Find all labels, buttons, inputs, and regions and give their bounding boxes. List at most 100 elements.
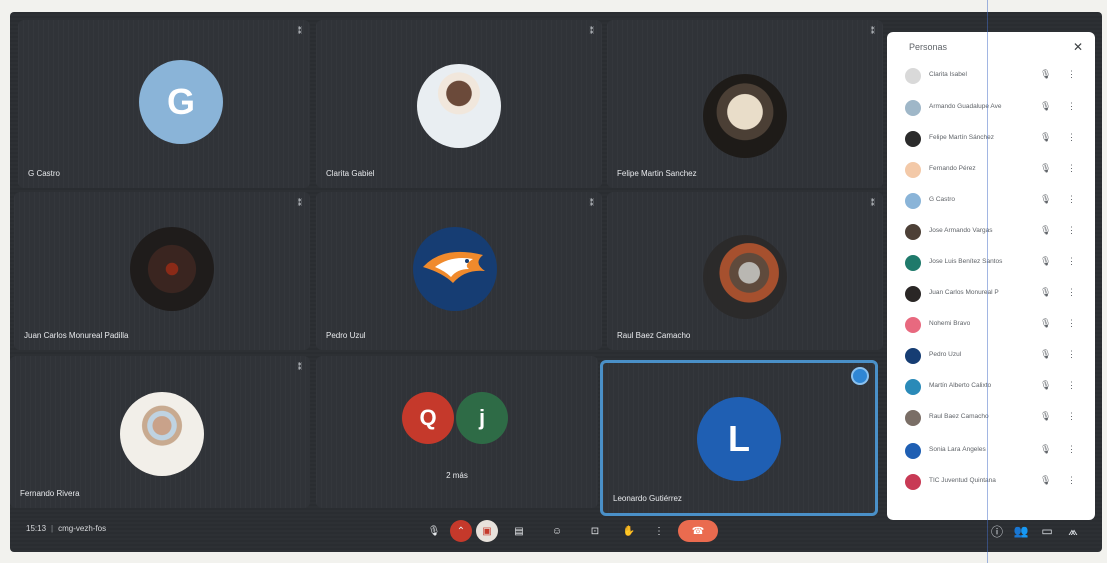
people-list-item[interactable]: G Castro 🎙 ⋮ [905,191,1083,211]
camera-off-icon[interactable]: ▣ [476,520,498,542]
more-vert-icon[interactable]: ⋮ [1067,349,1076,360]
person-name: Martín Alberto Calixto [929,382,992,389]
meeting-info: 15:13 | cmg-vezh-fos [26,524,106,533]
people-list-item[interactable]: Sonia Lara Ángeles 🎙 ⋮ [905,441,1083,461]
mic-off-icon: 🎙 [1040,287,1052,297]
people-list-item[interactable]: Pedro Uzul 🎙 ⋮ [905,346,1083,366]
avatar [905,131,921,147]
person-name: Clarita Isabel [929,71,967,78]
close-icon[interactable]: ✕ [1073,40,1083,54]
person-name: Jose Luis Benítez Santos [929,258,1003,265]
mic-off-icon: ⁑ [870,26,876,36]
people-list-item[interactable]: Armando Guadalupe Ave 🎙 ⋮ [905,98,1083,118]
more-vert-icon[interactable]: ⋮ [1067,444,1076,455]
avatar: L [697,397,781,481]
chat-icon[interactable]: ▭ [1038,522,1056,540]
mic-off-icon: 🎙 [1040,256,1052,266]
participant-tile[interactable]: ⁑ G G Castro [18,20,310,188]
mic-off-icon: ⁑ [297,26,303,36]
mic-off-icon: ⁑ [589,198,595,208]
mic-icon[interactable]: 🎙 [423,520,445,542]
more-vert-icon[interactable]: ⋮ [1067,163,1076,174]
mic-off-icon: 🎙 [1040,475,1052,485]
people-list-item[interactable]: Nohemi Bravo 🎙 ⋮ [905,315,1083,335]
more-vert-icon[interactable]: ⋮ [1067,101,1076,112]
info-icon[interactable]: ⓘ [988,522,1006,540]
person-name: Raul Baez Camacho [929,413,989,420]
avatar [417,64,501,148]
avatar: Q [402,392,454,444]
participant-name: Pedro Uzul [326,331,366,340]
mic-off-icon: 🎙 [1040,69,1052,79]
end-call-button[interactable]: ☎ [678,520,718,542]
mic-off-icon: ⁑ [297,362,303,372]
present-icon[interactable]: ⊡ [584,520,606,542]
people-list-item[interactable]: Clarita Isabel 🎙 ⋮ [905,66,1083,86]
clock: 15:13 [26,524,47,533]
more-vert-icon[interactable]: ⋮ [1067,256,1076,267]
people-list-item[interactable]: Fernando Pérez 🎙 ⋮ [905,160,1083,180]
more-vert-icon[interactable]: ⋮ [1067,380,1076,391]
people-list-item[interactable]: Felipe Martín Sánchez 🎙 ⋮ [905,129,1083,149]
people-list-item[interactable]: Raul Baez Camacho 🎙 ⋮ [905,408,1083,428]
participant-tile[interactable]: ⁑ Pedro Uzul [316,192,602,350]
more-vert-icon[interactable]: ⋮ [1067,194,1076,205]
avatar [905,443,921,459]
participant-name: Fernando Rivera [20,489,80,498]
people-list-item[interactable]: Martín Alberto Calixto 🎙 ⋮ [905,377,1083,397]
mic-off-icon: 🎙 [1040,132,1052,142]
phone-icon: ☎ [691,525,705,537]
mic-off-icon: 🎙 [1040,194,1052,204]
person-name: Juan Carlos Monureal P [929,289,999,296]
more-vert-icon[interactable]: ⋮ [1067,411,1076,422]
avatar [905,317,921,333]
participant-tile[interactable]: ⁑ Felipe Martin Sanchez [607,20,883,188]
person-name: Pedro Uzul [929,351,962,358]
more-vert-icon[interactable]: ⋮ [1067,225,1076,236]
people-list-item[interactable]: Juan Carlos Monureal P 🎙 ⋮ [905,284,1083,304]
avatar [905,348,921,364]
more-vert-icon[interactable]: ⋮ [1067,475,1076,486]
avatar [905,255,921,271]
people-list-item[interactable]: Jose Armando Vargas 🎙 ⋮ [905,222,1083,242]
mic-off-icon: 🎙 [1040,163,1052,173]
avatar [120,392,204,476]
avatar [905,100,921,116]
more-options-icon[interactable]: ⋮ [648,520,670,542]
people-list-item[interactable]: TIC Juventud Quintana 🎙 ⋮ [905,472,1083,492]
mic-off-icon: 🎙 [1040,101,1052,111]
activities-icon[interactable]: ⩕ [1064,522,1082,540]
participant-name: Felipe Martin Sanchez [617,169,697,178]
person-name: Sonia Lara Ángeles [929,446,986,453]
more-vert-icon[interactable]: ⋮ [1067,287,1076,298]
more-vert-icon[interactable]: ⋮ [1067,318,1076,329]
broncos-logo-icon [423,251,485,283]
chevron-up-icon[interactable]: ⌃ [450,520,472,542]
participant-tile-active[interactable]: L Leonardo Gutiérrez [600,360,878,516]
mic-off-icon: 🎙 [1040,349,1052,359]
avatar [905,224,921,240]
mic-off-icon: ⁑ [589,26,595,36]
participant-tile[interactable]: ⁑ Juan Carlos Monureal Padilla [14,192,310,350]
mic-off-icon: ⁑ [870,198,876,208]
emoji-icon[interactable]: ☺ [546,520,568,542]
avatar [905,286,921,302]
participant-tile[interactable]: ⁑ Raul Baez Camacho [607,192,883,350]
raise-hand-icon[interactable]: ✋ [618,520,640,542]
avatar [703,74,787,158]
people-list-item[interactable]: Jose Luis Benítez Santos 🎙 ⋮ [905,253,1083,273]
participant-name: Clarita Gabiel [326,169,375,178]
captions-icon[interactable]: ▤ [508,520,530,542]
more-vert-icon[interactable]: ⋮ [1067,132,1076,143]
avatar [413,227,497,311]
participant-tile[interactable]: ⁑ Fernando Rivera [10,356,310,508]
more-vert-icon[interactable]: ⋮ [1067,69,1076,80]
avatar [905,162,921,178]
avatar [905,410,921,426]
mic-off-icon: ⁑ [297,198,303,208]
avatar: G [139,60,223,144]
people-icon[interactable]: 👥 [1012,522,1030,540]
avatar [703,235,787,319]
participant-tile[interactable]: ⁑ Clarita Gabiel [316,20,602,188]
participant-tile[interactable]: Q j 2 más [316,356,598,508]
